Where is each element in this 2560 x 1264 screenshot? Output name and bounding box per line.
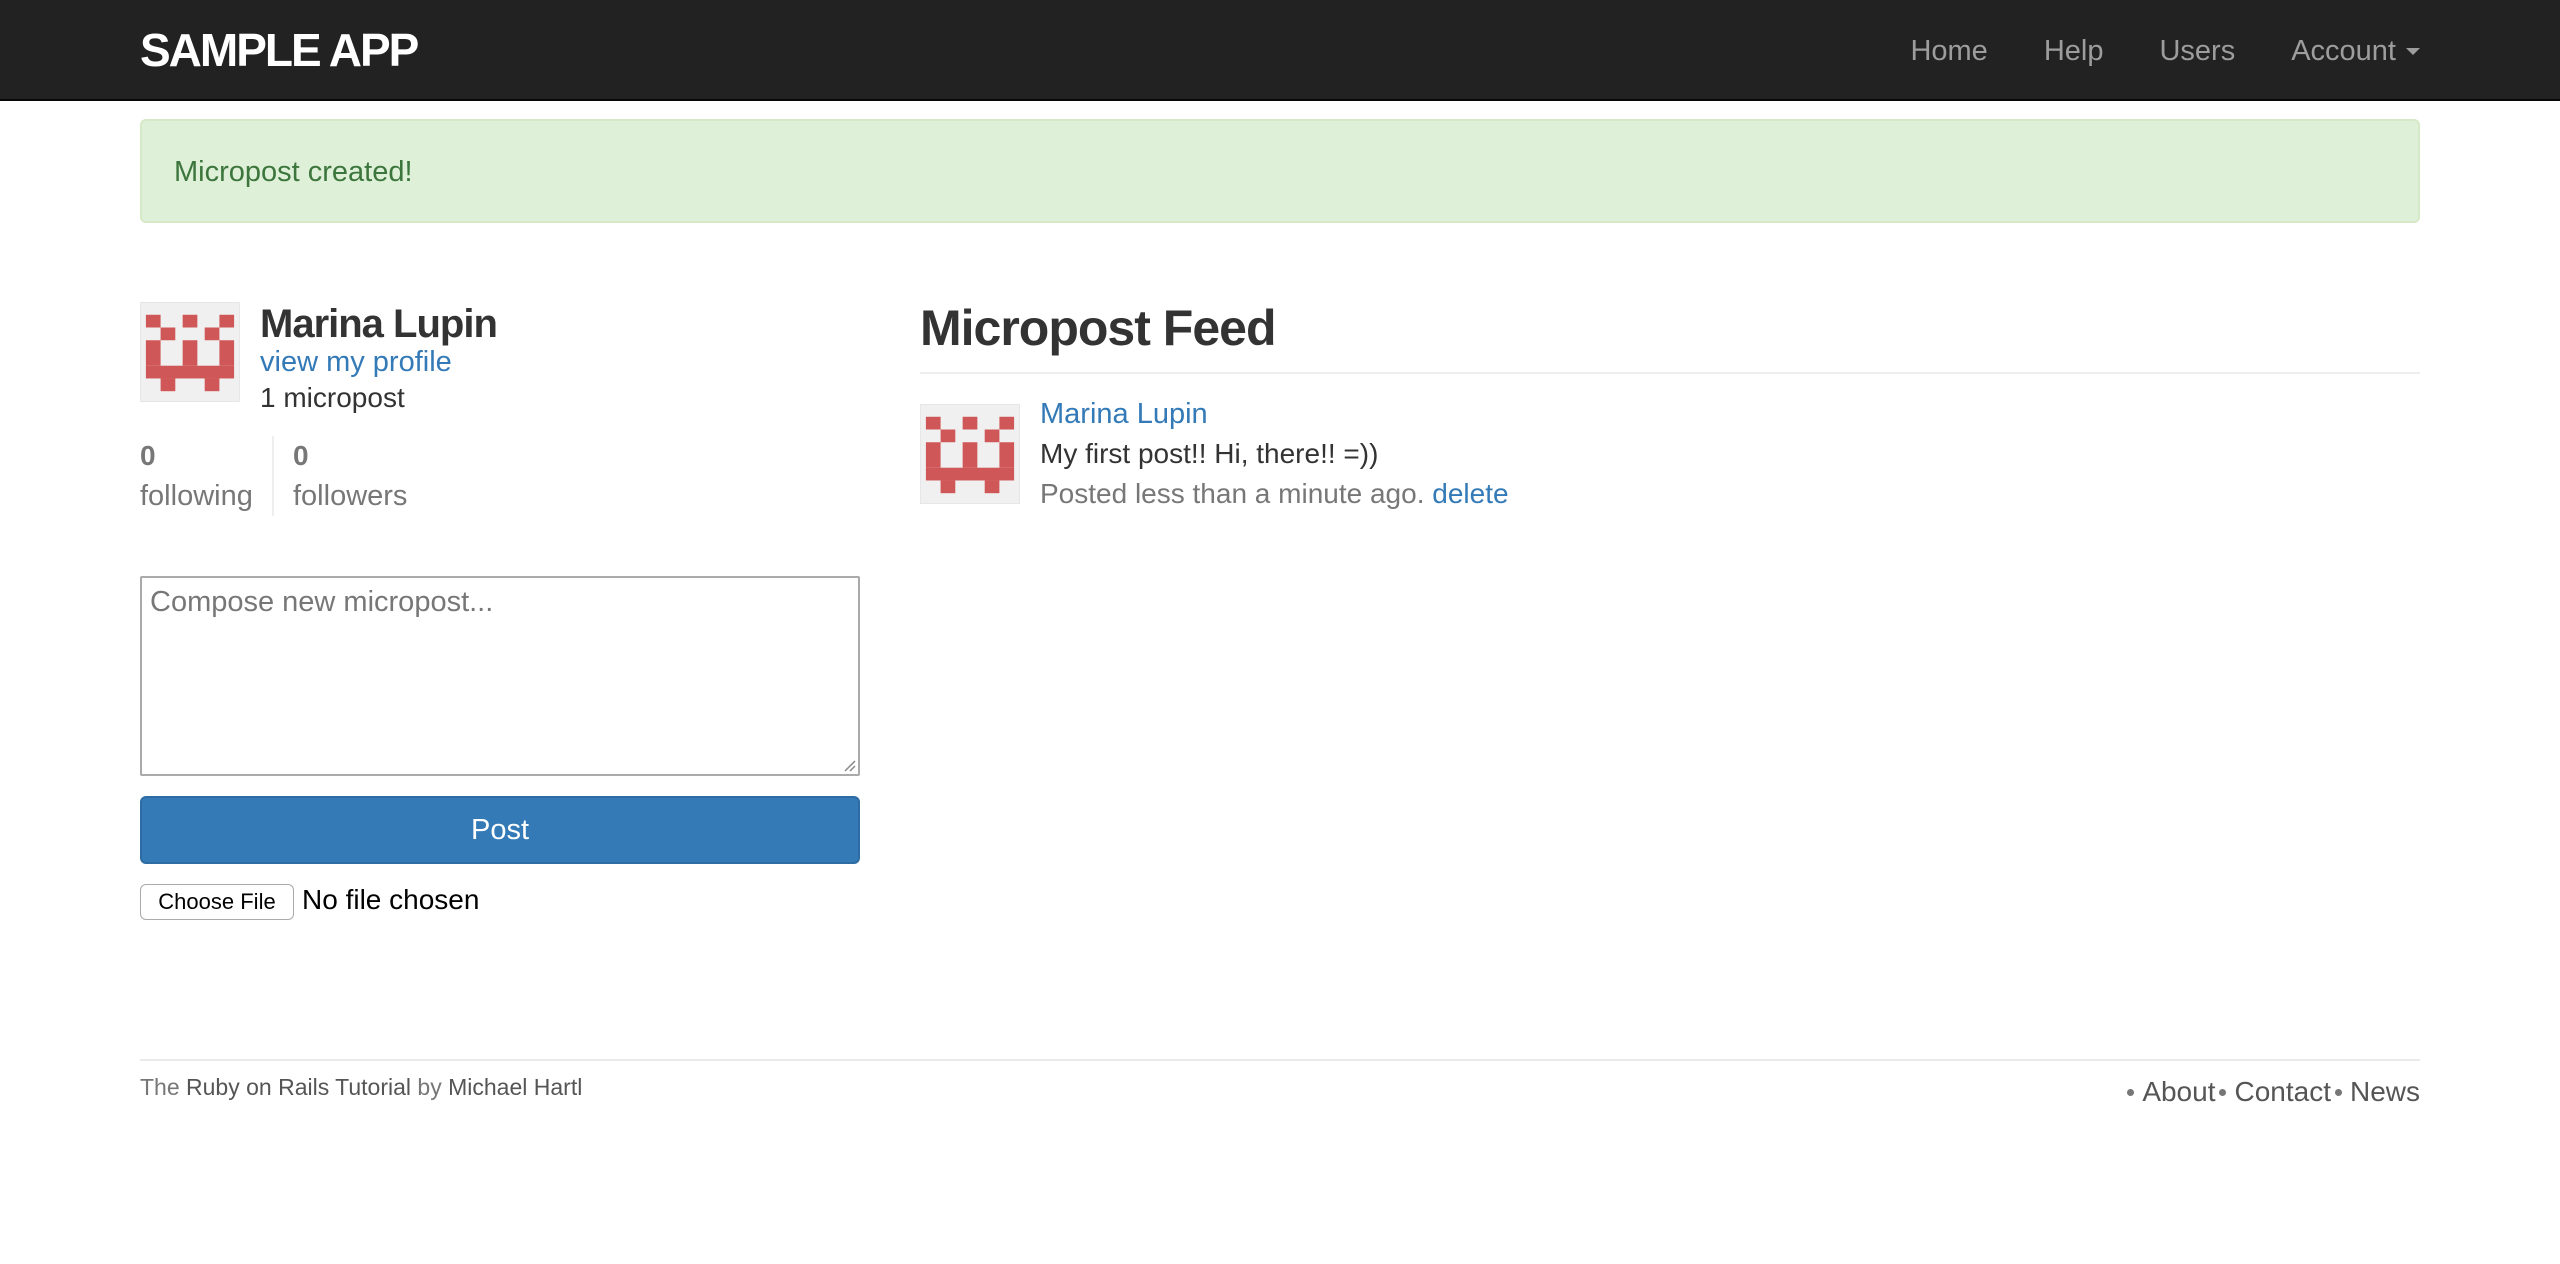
nav-help-link[interactable]: Help: [2044, 31, 2104, 71]
feed-item-content: My first post!! Hi, there!! =)): [1040, 438, 1379, 469]
navbar: SAMPLE APP Home Help Users Account: [0, 0, 2560, 101]
nav-links: Home Help Users Account: [1854, 0, 2420, 101]
nav-users-link[interactable]: Users: [2159, 31, 2235, 71]
footer-by: by: [417, 1074, 442, 1100]
alert-message: Micropost created!: [174, 156, 413, 188]
feed-divider: [920, 372, 2420, 374]
followers-count[interactable]: 0: [293, 438, 309, 474]
delete-post-link[interactable]: delete: [1432, 478, 1508, 509]
feed-title: Micropost Feed: [920, 300, 1276, 356]
bullet-icon: [2334, 1088, 2342, 1096]
footer-contact-link[interactable]: Contact: [2234, 1074, 2331, 1110]
gravatar-icon: [921, 405, 1019, 503]
following-label[interactable]: following: [140, 478, 253, 514]
nav-account-label: Account: [2291, 34, 2396, 67]
app-logo[interactable]: SAMPLE APP: [140, 24, 419, 76]
footer-divider: [140, 1059, 2420, 1061]
choose-file-button[interactable]: Choose File: [140, 884, 294, 920]
following-count[interactable]: 0: [140, 438, 156, 474]
micropost-count: 1 micropost: [260, 382, 405, 413]
feed-item-gravatar[interactable]: [920, 404, 1020, 504]
footer-nav: About Contact News: [2123, 1072, 2420, 1112]
feed-item-timestamp: Posted less than a minute ago. delete: [1040, 476, 1509, 512]
followers-label[interactable]: followers: [293, 478, 407, 514]
caret-down-icon: [2406, 48, 2420, 56]
footer-news-link[interactable]: News: [2350, 1074, 2420, 1110]
user-name: Marina Lupin: [260, 302, 498, 346]
gravatar-icon: [141, 303, 239, 401]
feed-item-user-link[interactable]: Marina Lupin: [1040, 396, 1208, 432]
bullet-icon: [2127, 1088, 2135, 1096]
feed-item-timestamp-text: Posted less than a minute ago.: [1040, 478, 1425, 509]
resize-grip-icon[interactable]: [842, 758, 856, 772]
file-status-text: No file chosen: [302, 884, 480, 915]
post-button[interactable]: Post: [140, 796, 860, 864]
rails-tutorial-link[interactable]: Ruby on Rails Tutorial: [186, 1074, 411, 1100]
footer-prefix: The: [140, 1074, 180, 1100]
user-gravatar[interactable]: [140, 302, 240, 402]
nav-account-dropdown[interactable]: Account: [2291, 31, 2420, 71]
footer-about-link[interactable]: About: [2142, 1074, 2215, 1110]
nav-home-link[interactable]: Home: [1910, 31, 1987, 71]
bullet-icon: [2219, 1088, 2227, 1096]
stats-divider: [272, 436, 274, 516]
flash-success-alert: Micropost created!: [140, 119, 2420, 223]
view-profile-link[interactable]: view my profile: [260, 344, 452, 380]
footer-credit: The Ruby on Rails Tutorial by Michael Ha…: [140, 1072, 582, 1102]
micropost-textarea[interactable]: [140, 576, 860, 776]
author-link[interactable]: Michael Hartl: [448, 1074, 582, 1100]
